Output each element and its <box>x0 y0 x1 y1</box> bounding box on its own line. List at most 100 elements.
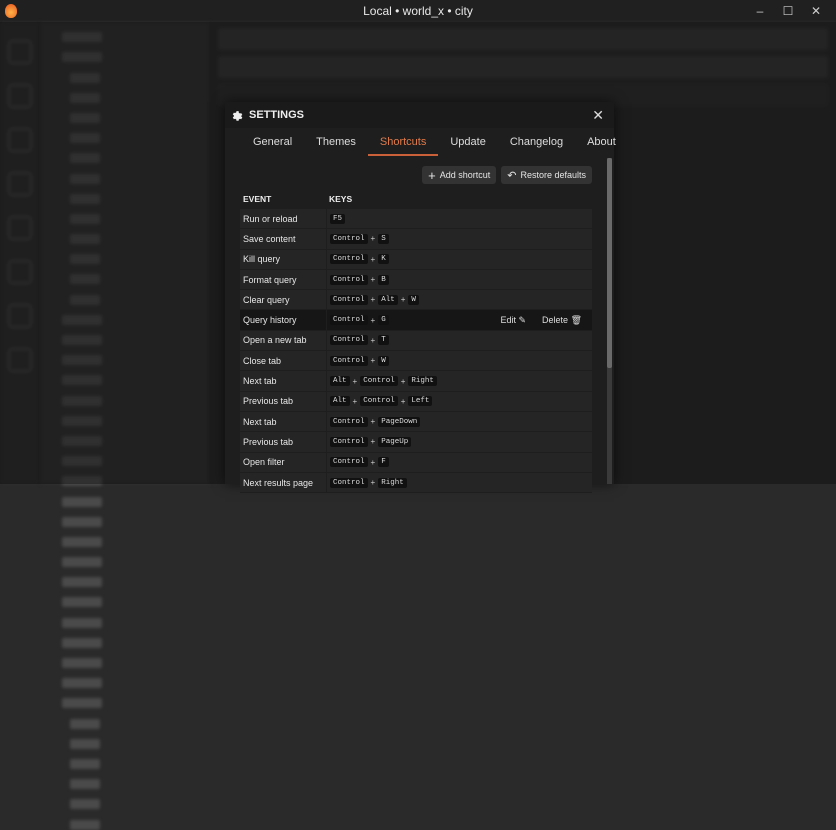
sidebar-tree-item[interactable] <box>62 617 102 628</box>
shortcut-row[interactable]: Close tab Control + W <box>240 351 592 372</box>
settings-close-button[interactable]: ✕ <box>592 107 604 124</box>
add-shortcut-label: Add shortcut <box>439 170 491 180</box>
shortcut-event: Previous tab <box>243 396 294 407</box>
key-badge: Control <box>330 416 368 427</box>
key-badge: B <box>378 274 389 285</box>
sidebar-tree-item[interactable] <box>62 536 102 547</box>
sidebar-tree-item[interactable] <box>62 698 102 709</box>
sidebar-tree-item[interactable] <box>70 819 100 830</box>
minimize-button[interactable]: – <box>746 0 774 22</box>
add-shortcut-button[interactable]: + Add shortcut <box>422 166 497 184</box>
delete-shortcut-button[interactable]: Delete 🗑 <box>542 315 582 326</box>
edit-shortcut-button[interactable]: Edit ✎ <box>500 315 526 326</box>
restore-defaults-button[interactable]: ↶ Restore defaults <box>501 166 592 184</box>
plus-separator: + <box>370 275 376 285</box>
plus-separator: + <box>400 396 406 406</box>
sidebar-tree-item[interactable] <box>62 678 102 689</box>
delete-label: Delete <box>542 314 569 325</box>
plus-separator: + <box>400 376 406 386</box>
key-badge: W <box>378 355 389 366</box>
shortcut-row[interactable]: Format query Control + B <box>240 269 592 291</box>
tab-about[interactable]: About <box>575 136 628 156</box>
sidebar-tree-item[interactable] <box>70 718 100 729</box>
shortcut-row[interactable]: Previous tab Control + PageUp <box>240 432 592 453</box>
shortcut-row[interactable]: Next tab Control + PageDown <box>240 411 592 433</box>
sidebar-tree-item[interactable] <box>62 516 102 527</box>
shortcut-keys: Alt + Control + Left <box>326 391 433 411</box>
key-badge: Alt <box>330 396 350 407</box>
plus-separator: + <box>370 254 376 264</box>
shortcut-keys: Control + PageDown <box>326 411 421 432</box>
shortcut-row[interactable]: Open a new tab Control + T <box>240 330 592 352</box>
shortcut-keys: Control + K <box>326 249 389 269</box>
settings-scrollbar[interactable] <box>607 158 612 484</box>
restore-defaults-label: Restore defaults <box>520 170 586 180</box>
shortcut-row[interactable]: Save content Control + S <box>240 229 592 250</box>
shortcut-event: Open filter <box>243 457 285 468</box>
tab-shortcuts[interactable]: Shortcuts <box>367 136 439 156</box>
sidebar-tree-item[interactable] <box>70 799 100 810</box>
shortcut-row[interactable]: Clear query Control + Alt + W <box>240 290 592 311</box>
key-badge: Alt <box>378 294 398 305</box>
trash-icon: 🗑 <box>570 314 582 325</box>
tab-themes[interactable]: Themes <box>304 136 368 156</box>
settings-header: SETTINGS <box>225 102 614 128</box>
event-column-header: EVENT <box>243 194 272 204</box>
scrollbar-thumb[interactable] <box>607 158 612 368</box>
key-badge: Control <box>330 457 368 468</box>
settings-modal: SETTINGS ✕ General Themes Shortcuts Update C… <box>225 102 616 494</box>
shortcut-row[interactable]: Kill query Control + K <box>240 249 592 270</box>
key-badge: W <box>408 294 419 305</box>
tab-update[interactable]: Update <box>438 136 497 156</box>
shortcut-keys: Control + G <box>326 310 389 330</box>
maximize-button[interactable]: ☐ <box>774 0 802 22</box>
shortcut-event: Format query <box>243 274 297 285</box>
shortcut-row[interactable]: Previous tab Alt + Control + Left <box>240 391 592 412</box>
sidebar-tree-item[interactable] <box>62 496 102 507</box>
plus-separator: + <box>352 376 358 386</box>
window-close-button[interactable]: ✕ <box>802 0 830 22</box>
shortcut-keys: Control + B <box>326 269 389 290</box>
shortcut-event: Next tab <box>243 376 277 387</box>
shortcut-keys: Control + T <box>326 330 389 351</box>
sidebar-tree-item[interactable] <box>70 758 100 769</box>
shortcut-row[interactable]: Next tab Alt + Control + Right <box>240 371 592 392</box>
sidebar-tree-item[interactable] <box>62 658 102 668</box>
shortcut-event: Kill query <box>243 254 281 265</box>
sidebar-tree-item[interactable] <box>70 779 100 790</box>
plus-separator: + <box>370 417 376 427</box>
key-badge: Control <box>330 294 368 305</box>
app-logo-icon <box>5 4 17 18</box>
shortcut-event: Next tab <box>243 416 277 427</box>
shortcut-keys: Control + PageUp <box>326 432 412 452</box>
settings-title: SETTINGS <box>249 109 305 121</box>
key-badge: Left <box>408 396 433 407</box>
sidebar-tree-item[interactable] <box>62 577 102 588</box>
sidebar-tree-item[interactable] <box>62 637 102 648</box>
key-badge: Control <box>330 355 368 366</box>
key-badge: K <box>378 254 389 265</box>
shortcut-row[interactable]: Query history Control + G Edit ✎ Delete 🗑 <box>240 310 592 331</box>
key-badge: Control <box>330 477 368 488</box>
key-badge: F <box>378 457 389 468</box>
key-badge: Control <box>360 376 398 387</box>
key-badge: PageDown <box>378 416 421 427</box>
plus-separator: + <box>370 234 376 244</box>
tab-changelog[interactable]: Changelog <box>498 136 575 156</box>
plus-separator: + <box>352 396 358 406</box>
window-title: Local • world_x • city <box>363 4 473 18</box>
sidebar-tree-item[interactable] <box>62 597 102 608</box>
shortcuts-table: Run or reload F5 Save content Control + S Kill… <box>225 209 614 494</box>
sidebar-tree-item[interactable] <box>70 738 100 749</box>
shortcut-row[interactable]: Run or reload F5 <box>240 209 592 230</box>
key-badge: Control <box>330 315 368 326</box>
shortcut-row[interactable]: Next results page Control + Right <box>240 472 592 494</box>
shortcut-keys: F5 <box>326 209 346 229</box>
key-badge: Control <box>330 436 368 447</box>
plus-separator: + <box>370 457 376 467</box>
tab-general[interactable]: General <box>241 136 304 156</box>
shortcut-row[interactable]: Open filter Control + F <box>240 452 592 473</box>
title-bar: Local • world_x • city – ☐ ✕ <box>0 0 836 22</box>
plus-separator: + <box>370 315 376 325</box>
sidebar-tree-item[interactable] <box>62 557 102 568</box>
